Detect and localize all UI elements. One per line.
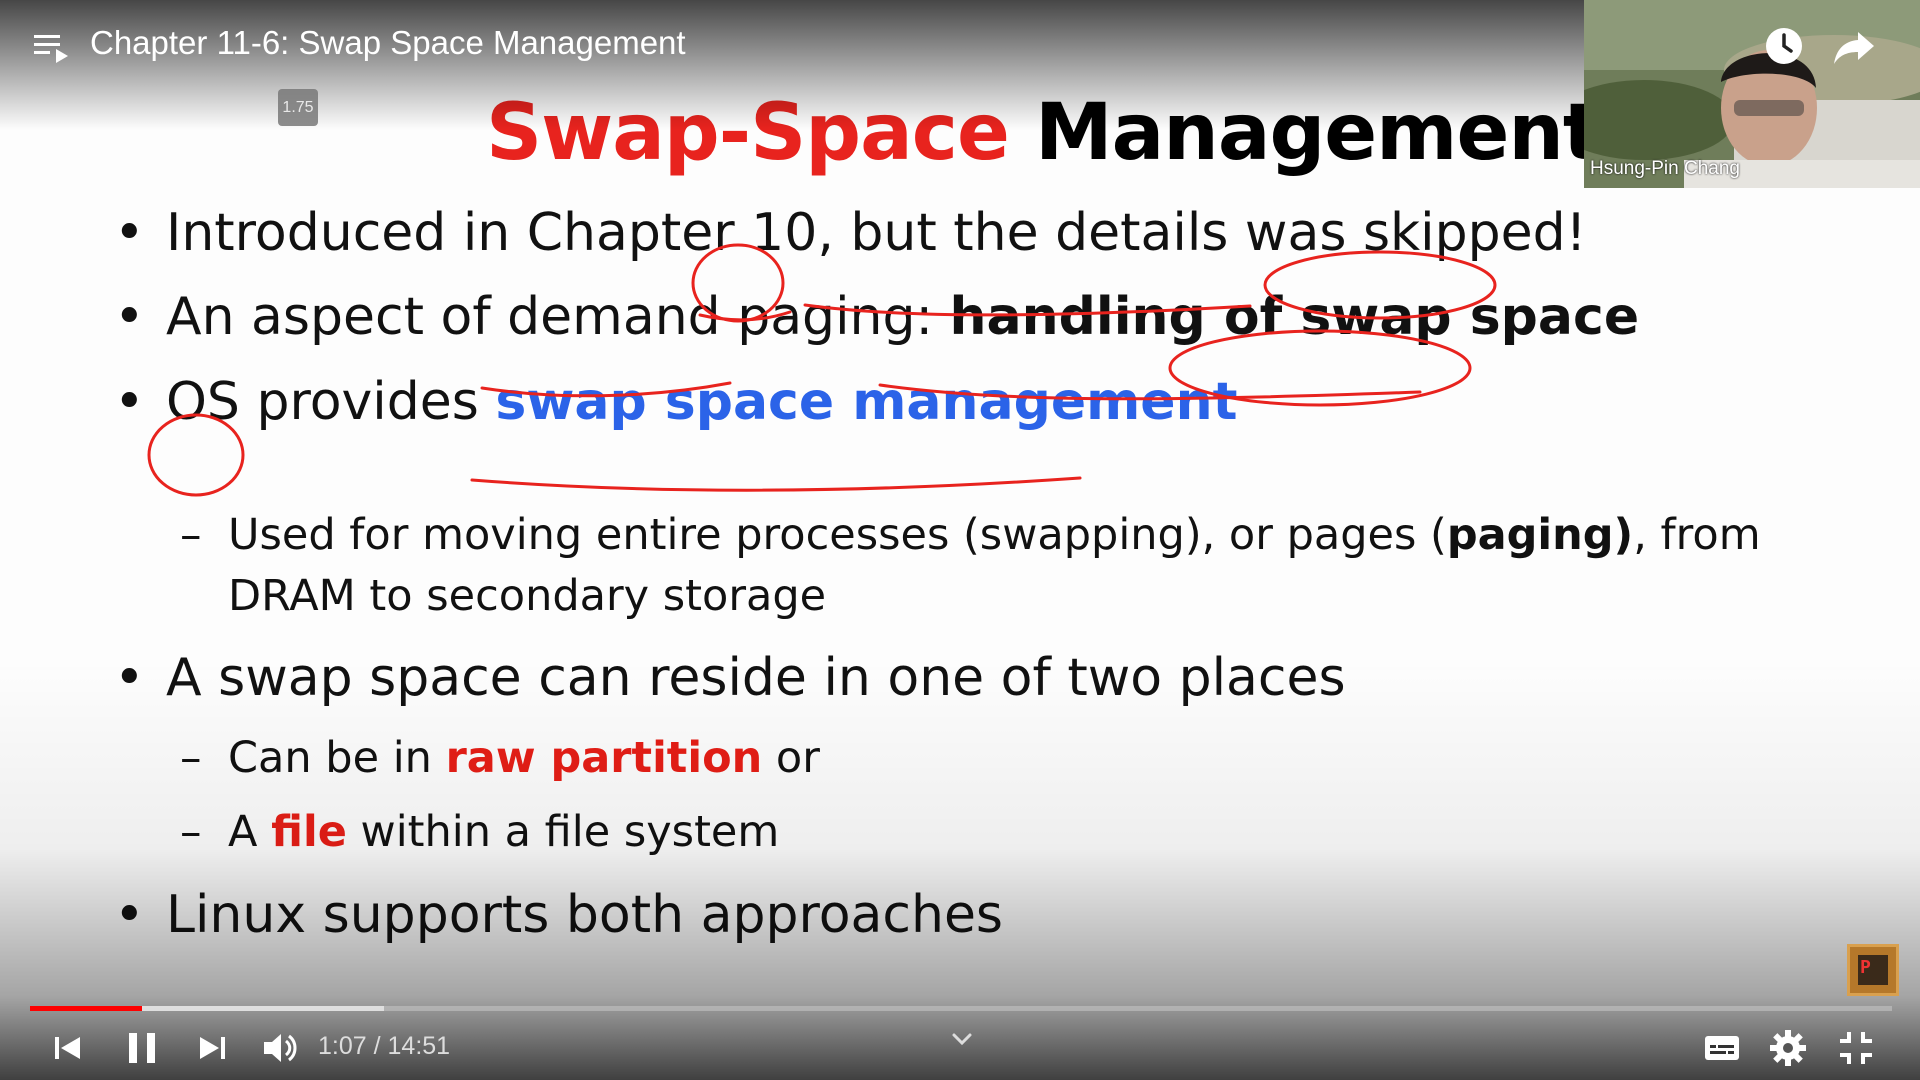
annotation-underline-swap-mgmt (470, 476, 1082, 492)
video-title[interactable]: Chapter 11-6: Swap Space Management (90, 24, 686, 62)
exit-fullscreen-icon[interactable] (1834, 1026, 1878, 1070)
time-current: 1:07 (318, 1032, 367, 1060)
annotation-underline-details (803, 303, 1252, 317)
progress-bar[interactable] (30, 1006, 1892, 1011)
webcam-name: Hsung-Pin Chang (1590, 158, 1740, 179)
progress-played (30, 1006, 142, 1011)
annotation-circle-skipped (1263, 250, 1497, 320)
annotation-circle-os (147, 413, 245, 497)
annotation-underline-demand (480, 381, 732, 398)
annotation-underline-handling (878, 383, 1422, 401)
channel-logo-glyph: P (1860, 957, 1871, 978)
webcam-overlay: Hsung-Pin Chang (1584, 0, 1920, 188)
chevron-down-icon[interactable] (948, 1028, 976, 1050)
time-separator: / (366, 1032, 388, 1060)
skip-next-icon[interactable] (190, 1026, 234, 1070)
time-total: 14:51 (387, 1032, 451, 1060)
share-icon[interactable] (1830, 22, 1878, 70)
speed-badge: 1.75 (278, 89, 318, 126)
playlist-icon[interactable] (34, 33, 70, 63)
channel-logo-icon[interactable]: P (1847, 944, 1899, 996)
pause-icon[interactable] (120, 1026, 164, 1070)
clock-icon[interactable] (1760, 22, 1808, 70)
gear-icon[interactable] (1766, 1026, 1810, 1070)
time-display: 1:07 / 14:51 (318, 1032, 450, 1061)
skip-previous-icon[interactable] (46, 1026, 90, 1070)
annotation-circle-10 (691, 243, 785, 323)
subtitles-icon[interactable] (1700, 1026, 1744, 1070)
volume-icon[interactable] (258, 1026, 302, 1070)
